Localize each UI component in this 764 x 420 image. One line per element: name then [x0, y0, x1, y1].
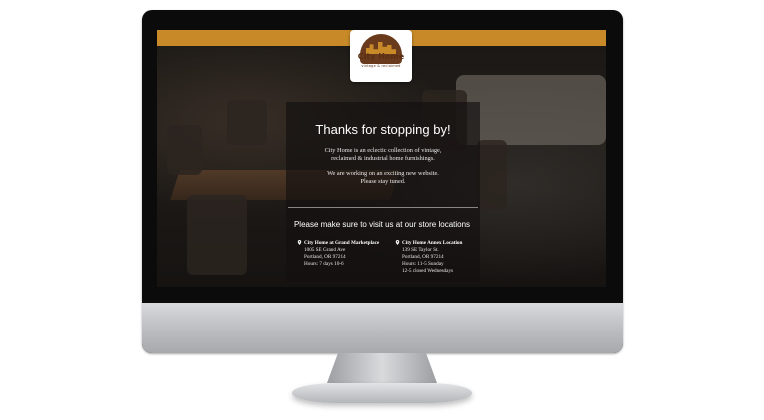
- page-heading: Thanks for stopping by!: [315, 122, 451, 137]
- location-address: 139 SE Taylor St.: [402, 247, 439, 253]
- location-city: Portland, OR 97214: [402, 254, 444, 260]
- location-pin-icon: [297, 240, 302, 245]
- location-title[interactable]: City Home at Grand Marketplace: [304, 240, 379, 247]
- location-hours: Hours: 11-5 Sunday: [402, 261, 444, 267]
- background-chair: [167, 125, 202, 175]
- location-grand-marketplace: City Home at Grand Marketplace 1005 SE G…: [297, 240, 379, 268]
- logo-name: City Home: [357, 52, 405, 61]
- location-title[interactable]: City Home Annex Location: [402, 240, 462, 247]
- notice-line-1: We are working on an exciting new websit…: [327, 170, 439, 177]
- location-pin-icon: [395, 240, 400, 245]
- description-line-2: reclaimed & industrial home furnishings.: [331, 155, 435, 162]
- screen: City Home vintage & reclaimed Thanks for…: [157, 30, 606, 287]
- divider: [288, 207, 478, 208]
- monitor-stand-neck: [327, 353, 437, 383]
- brand-logo[interactable]: City Home vintage & reclaimed: [350, 30, 412, 82]
- location-hours-extra: 12-5 closed Wednesdays: [402, 268, 454, 274]
- notice-line-2: Please stay tuned.: [360, 178, 406, 185]
- location-annex: City Home Annex Location 139 SE Taylor S…: [395, 240, 462, 275]
- location-city: Portland, OR 97214: [304, 254, 346, 260]
- logo-tagline: vintage & reclaimed: [361, 64, 401, 68]
- monitor-chin: [142, 303, 623, 353]
- background-chair: [477, 140, 507, 210]
- visit-message: Please make sure to visit us at our stor…: [293, 220, 471, 229]
- monitor-stand-base: [292, 383, 472, 403]
- location-address: 1005 SE Grand Ave: [304, 247, 346, 253]
- background-chair: [227, 100, 267, 145]
- background-chair: [187, 195, 247, 275]
- description-line-1: City Home is an eclectic collection of v…: [324, 147, 442, 154]
- location-hours: Hours: 7 days 10-6: [304, 261, 344, 267]
